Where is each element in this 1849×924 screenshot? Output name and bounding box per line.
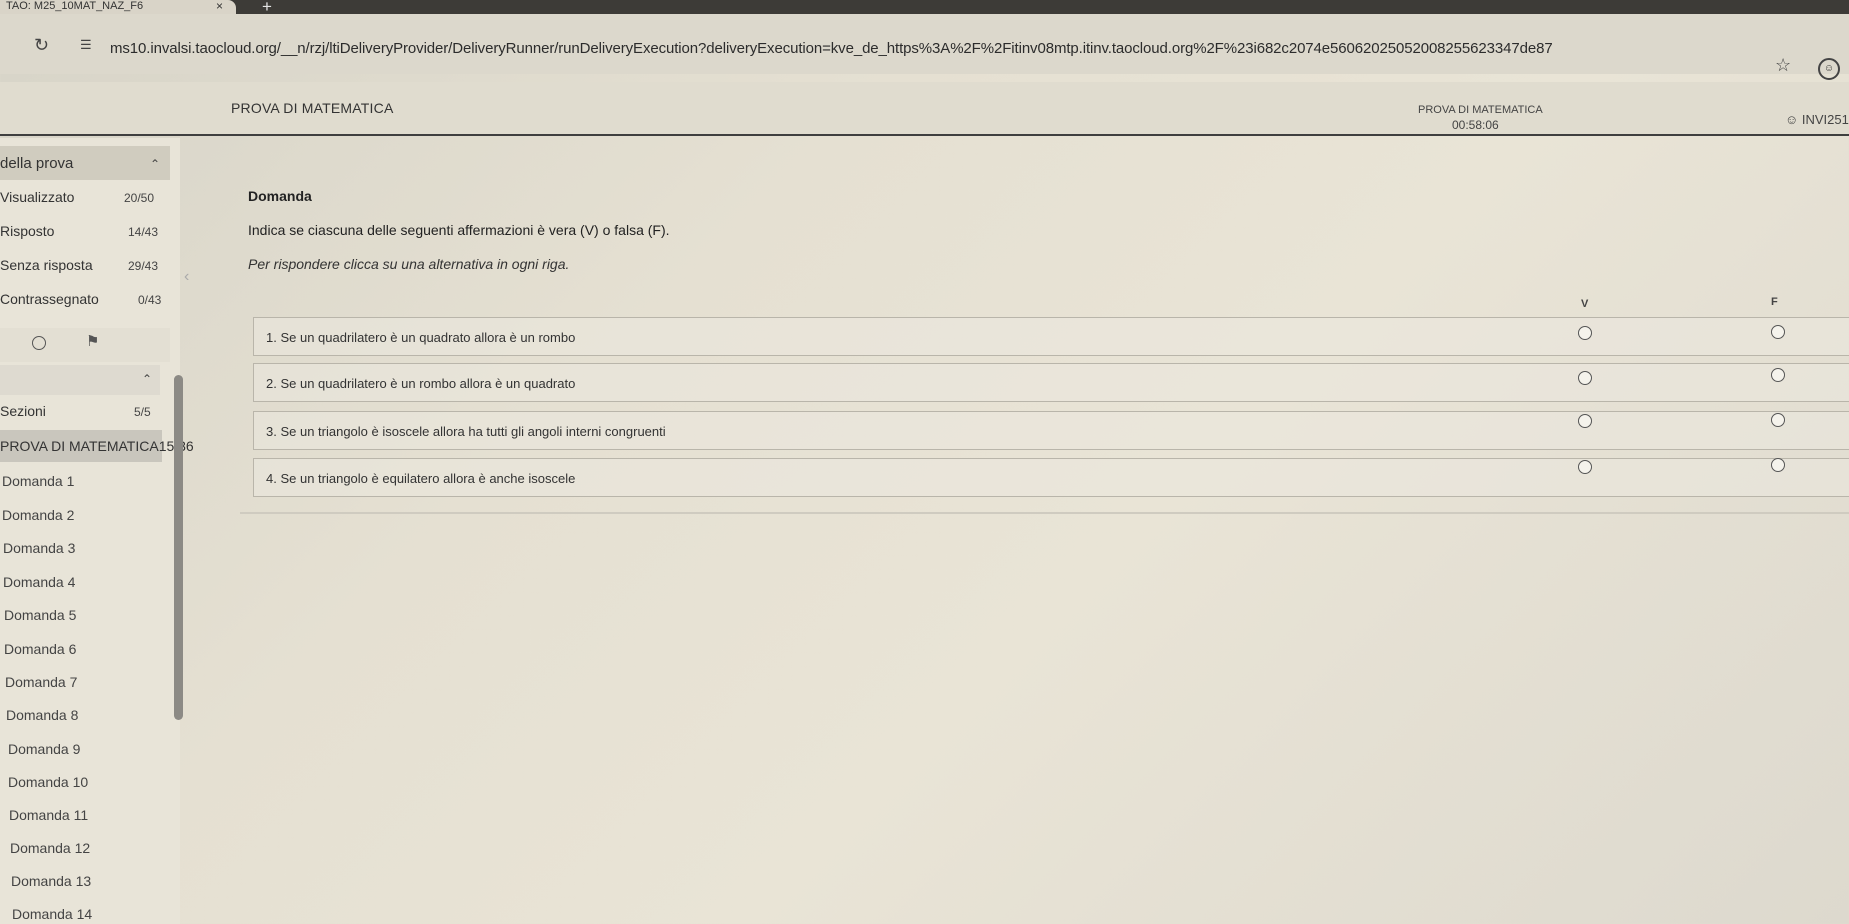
stat-answered-value: 14/43 — [128, 225, 159, 239]
user-label: ☺ INVI2510 — [1785, 112, 1849, 127]
radio-false-1[interactable] — [1771, 325, 1785, 339]
stat-flagged-label: Contrassegnato — [0, 291, 99, 307]
question-item-5[interactable]: Domanda 5 — [4, 607, 76, 623]
question-item-6[interactable]: Domanda 6 — [4, 641, 76, 657]
reload-icon[interactable]: ↻ — [34, 35, 49, 56]
statement-row-1: 1. Se un quadrilatero è un quadrato allo… — [253, 317, 1849, 356]
browser-tab[interactable]: TAO: M25_10MAT_NAZ_F6 × — [0, 0, 236, 14]
question-item-14[interactable]: Domanda 14 — [12, 906, 92, 922]
statement-row-4: 4. Se un triangolo è equilatero allora è… — [253, 458, 1849, 497]
collapse-sidebar-icon[interactable]: ‹ — [184, 268, 189, 286]
sidebar-scrollbar[interactable] — [174, 375, 183, 720]
timer: 00:58:06 — [1452, 118, 1499, 132]
user-name: INVI2510 — [1801, 112, 1849, 127]
statement-row-3: 3. Se un triangolo è isoscele allora ha … — [253, 411, 1849, 450]
question-item-9[interactable]: Domanda 9 — [8, 741, 80, 757]
question-hint: Per rispondere clicca su una alternativa… — [248, 256, 570, 272]
question-item-13[interactable]: Domanda 13 — [11, 873, 91, 889]
profile-icon[interactable]: ☺ — [1818, 58, 1840, 80]
tab-close-icon[interactable]: × — [216, 0, 223, 12]
statement-text-2: 2. Se un quadrilatero è un rombo allora … — [266, 376, 576, 391]
radio-true-1[interactable] — [1578, 326, 1592, 340]
overview-title: della prova — [0, 155, 74, 172]
stat-viewed-label: Visualizzato — [0, 189, 75, 205]
sections-value: 5/5 — [134, 405, 151, 419]
question-item-4[interactable]: Domanda 4 — [3, 574, 75, 590]
content-divider — [240, 512, 1849, 514]
question-item-11[interactable]: Domanda 11 — [9, 807, 88, 823]
question-item-2[interactable]: Domanda 2 — [2, 507, 74, 523]
question-item-12[interactable]: Domanda 12 — [10, 840, 90, 856]
question-instruction: Indica se ciascuna delle seguenti afferm… — [248, 222, 670, 238]
radio-false-4[interactable] — [1771, 458, 1785, 472]
question-item-10[interactable]: Domanda 10 — [8, 774, 88, 790]
question-item-8[interactable]: Domanda 8 — [6, 707, 78, 723]
column-false-header: F — [1771, 296, 1778, 308]
browser-tab-bar: TAO: M25_10MAT_NAZ_F6 × + — [0, 0, 1849, 16]
statement-text-1: 1. Se un quadrilatero è un quadrato allo… — [266, 330, 576, 345]
test-name-label: PROVA DI MATEMATICA — [1418, 104, 1543, 116]
sections-chevron-icon[interactable]: ⌃ — [142, 372, 152, 386]
column-true-header: V — [1581, 298, 1589, 310]
statement-row-2: 2. Se un quadrilatero è un rombo allora … — [253, 363, 1849, 402]
question-item-1[interactable]: Domanda 1 — [2, 473, 74, 489]
collapse-chevron-icon[interactable]: ⌃ — [150, 157, 160, 171]
question-item-3[interactable]: Domanda 3 — [3, 540, 75, 556]
radio-true-3[interactable] — [1578, 414, 1592, 428]
test-part-label: PROVA DI MATEMATICA15/36 — [0, 438, 194, 454]
statement-text-3: 3. Se un triangolo è isoscele allora ha … — [266, 424, 666, 439]
filter-row — [0, 328, 170, 362]
radio-false-2[interactable] — [1771, 368, 1785, 382]
page-title: PROVA DI MATEMATICA — [231, 100, 394, 116]
radio-false-3[interactable] — [1771, 413, 1785, 427]
user-icon: ☺ — [1785, 112, 1802, 127]
filter-unanswered-icon[interactable] — [32, 336, 46, 350]
stat-flagged-value: 0/43 — [138, 293, 162, 307]
stat-viewed-value: 20/50 — [124, 191, 155, 205]
question-title: Domanda — [248, 188, 312, 204]
sections-header[interactable] — [0, 365, 160, 395]
statement-text-4: 4. Se un triangolo è equilatero allora è… — [266, 471, 576, 486]
radio-true-4[interactable] — [1578, 460, 1592, 474]
filter-flag-icon[interactable]: ⚑ — [86, 332, 99, 350]
sections-label: Sezioni — [0, 403, 46, 419]
stat-unanswered-label: Senza risposta — [0, 257, 93, 273]
stat-unanswered-value: 29/43 — [128, 259, 159, 273]
url-field[interactable]: ms10.invalsi.taocloud.org/__n/rzj/ltiDel… — [110, 40, 1553, 57]
stat-answered-label: Risposto — [0, 223, 55, 239]
site-info-icon[interactable]: ☰ — [80, 37, 92, 53]
question-item-7[interactable]: Domanda 7 — [5, 674, 77, 690]
bookmark-star-icon[interactable]: ☆ — [1775, 55, 1791, 76]
tab-title: TAO: M25_10MAT_NAZ_F6 — [6, 0, 144, 12]
radio-true-2[interactable] — [1578, 371, 1592, 385]
